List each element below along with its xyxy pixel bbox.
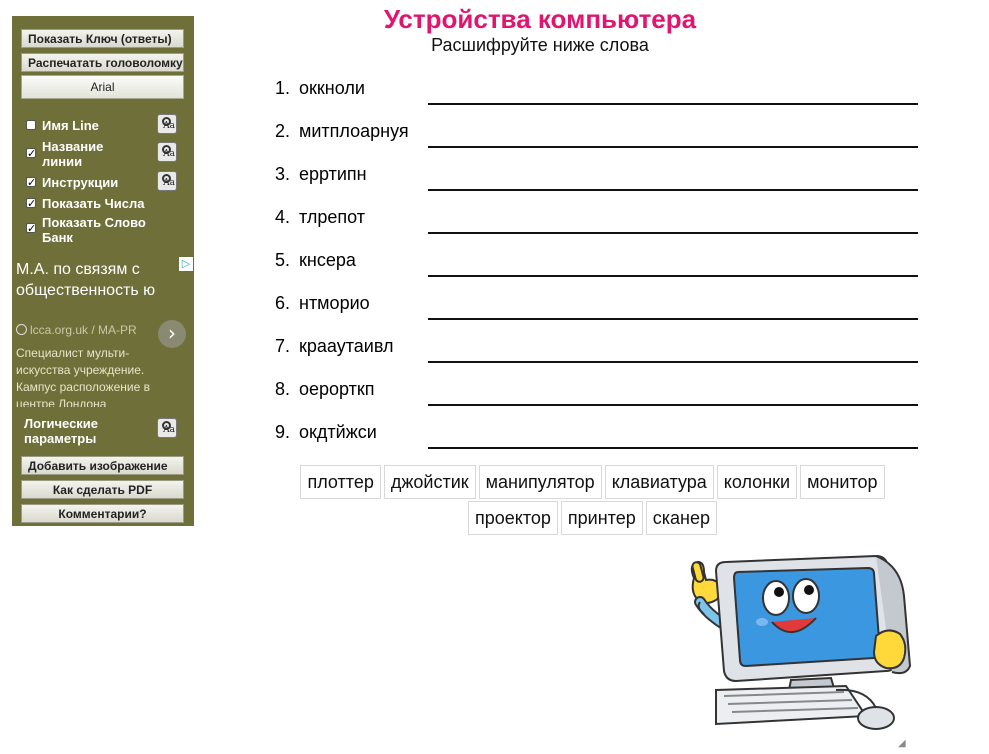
instructions-checkbox[interactable] [26,175,36,190]
bank-word: колонки [716,465,798,499]
puzzle-row: 9. окдтйжси [268,422,918,452]
line-title-checkbox[interactable] [26,146,36,161]
item-number: 4. [274,207,290,227]
bank-word: монитор [800,465,885,499]
computer-clipart-image[interactable] [676,540,911,750]
font-select[interactable]: Arial [21,75,184,99]
bank-word: плоттер [300,465,381,499]
chevron-right-icon[interactable]: › [158,320,186,348]
show-word-bank-checkbox[interactable] [26,221,36,236]
scrambled-word: тлрепот [299,207,365,227]
comments-button[interactable]: Комментарии? [21,504,184,523]
puzzle-row: 4. тлрепот [268,207,918,237]
answer-line [428,103,918,105]
answer-line [428,447,918,449]
item-number: 1. [274,78,290,98]
puzzle-row: 3. ерртипн [268,164,918,194]
font-style-icon[interactable]: Aa [157,171,177,191]
bank-word: манипулятор [478,465,602,499]
show-numbers-checkbox[interactable] [26,196,36,211]
font-style-icon[interactable]: Aa [157,418,177,438]
answer-line [428,318,918,320]
answer-line [428,146,918,148]
puzzle-row: 8. оерорткп [268,379,918,409]
answer-line [428,232,918,234]
puzzle-row: 2. митплоарнуя [268,121,918,151]
bank-word: клавиатура [604,465,714,499]
scrambled-word: кнсера [299,250,356,270]
answer-line [428,361,918,363]
print-puzzle-button[interactable]: Распечатать головоломку [21,53,184,72]
item-number: 3. [274,164,290,184]
scrambled-word: оккноли [299,78,365,98]
show-key-button[interactable]: Показать Ключ (ответы) [21,29,184,48]
option-label: Инструкции [42,175,119,190]
make-pdf-button[interactable]: Как сделать PDF [21,480,184,499]
word-bank[interactable]: плоттер джойстик манипулятор клавиатура … [262,465,926,537]
puzzle-row: 6. нтморио [268,293,918,323]
resize-grip-icon[interactable]: ◢ [898,738,906,749]
item-number: 5. [274,250,290,270]
scrambled-word: нтморио [299,293,370,313]
item-number: 9. [274,422,290,442]
item-number: 6. [274,293,290,313]
answer-line [428,404,918,406]
item-number: 2. [274,121,290,141]
option-label: Имя Line [42,118,99,133]
scrambled-word: окдтйжси [299,422,377,442]
option-label: Показать Числа [42,196,145,211]
option-label: Название линии [42,139,104,169]
scrambled-word: ерртипн [299,164,367,184]
puzzle-title[interactable]: Устройства компьютера [300,4,780,35]
bank-word: джойстик [383,465,476,499]
bank-word: принтер [560,501,643,535]
name-line-checkbox[interactable] [26,120,36,130]
puzzle-row: 5. кнсера [268,250,918,280]
font-style-icon[interactable]: Aa [157,142,177,162]
scrambled-word: митплоарнуя [299,121,409,141]
ad-title[interactable]: М.А. по связям с общественность ю [16,259,166,301]
puzzle-row: 7. крааутаивл [268,336,918,366]
scrambled-word: крааутаивл [299,336,394,356]
logic-params-label: Логические параметры [24,416,99,446]
answer-line [428,189,918,191]
puzzle-instructions[interactable]: Расшифруйте ниже слова [300,35,780,56]
ad-description: Специалист мульти-искусства учреждение. … [16,346,150,407]
bank-word: сканер [645,501,717,535]
ad-block[interactable]: М.А. по связям с общественность ю lcca.o… [16,257,194,407]
add-image-button[interactable]: Добавить изображение [21,456,184,475]
font-style-icon[interactable]: Aa [157,114,177,134]
answer-line [428,275,918,277]
option-label: Показать Слово Банк [42,215,146,245]
adchoices-icon[interactable]: ▷ [179,257,193,271]
item-number: 8. [274,379,290,399]
options-sidebar: Показать Ключ (ответы) Распечатать голов… [12,16,194,526]
ad-url[interactable]: lcca.org.uk / MA-PR [16,323,137,337]
bank-word: проектор [468,501,558,535]
item-number: 7. [274,336,290,356]
scrambled-word: оерорткп [299,379,375,399]
puzzle-row: 1. оккноли [268,78,918,108]
